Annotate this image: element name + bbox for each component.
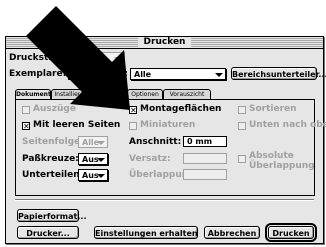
ueberlappung-field[interactable] xyxy=(183,169,227,180)
tab-ausgabe[interactable]: Ausgabe xyxy=(91,89,127,99)
printer-style-value: ni xyxy=(95,54,104,63)
passkreuze-label: Paßkreuze: xyxy=(22,154,79,164)
auszuege-checkbox[interactable] xyxy=(22,106,30,114)
chevron-down-icon xyxy=(97,174,105,178)
passkreuze-popup[interactable]: Aus xyxy=(78,153,108,165)
copies-label: Exemplare: xyxy=(9,69,67,79)
leere-seiten-label: Mit leeren Seiten xyxy=(33,120,121,130)
title-bar[interactable]: Drucken xyxy=(6,37,323,49)
absolute-label-line2: Überlappung xyxy=(249,161,315,171)
print-dialog: Drucken Drucksti ni Exemplare: 1 te: All… xyxy=(5,36,326,244)
unten-nach-oben-checkbox[interactable] xyxy=(238,122,246,130)
montageflaechen-checkbox[interactable]: ✕ xyxy=(129,106,137,115)
tab-vorschau[interactable]: Vorauszicht xyxy=(163,89,211,99)
chevron-down-icon xyxy=(114,57,122,61)
cancel-button[interactable]: Abbrechen xyxy=(204,226,260,239)
miniaturen-label: Miniaturen xyxy=(140,120,196,130)
anschnitt-label: Anschnitt: xyxy=(129,137,182,147)
chevron-down-icon xyxy=(97,158,105,162)
montageflaechen-label: Montageflächen xyxy=(140,104,222,114)
sortieren-checkbox[interactable] xyxy=(238,106,246,114)
miniaturen-checkbox[interactable] xyxy=(129,122,137,130)
seitenfolge-label: Seitenfolge: xyxy=(22,137,84,147)
unten-nach-oben-label: Unten nach oben xyxy=(249,120,326,130)
versatz-label: Versatz: xyxy=(129,154,171,164)
auszuege-label: Auszüge xyxy=(33,104,76,114)
unterteilen-popup[interactable]: Aus xyxy=(78,169,108,181)
einstellungen-erhalten-button[interactable]: Einstellungen erhalten xyxy=(94,226,198,239)
tab-panel-dokument: Auszüge ✕ Mit leeren Seiten Seitenfolge:… xyxy=(15,99,326,196)
divider xyxy=(15,199,314,201)
tab-optionen[interactable]: Optionen xyxy=(127,89,163,99)
leere-seiten-checkbox[interactable]: ✕ xyxy=(22,122,30,131)
printer-style-label: Drucksti xyxy=(9,53,52,63)
dialog-title: Drucken xyxy=(137,37,192,48)
tab-installieren[interactable]: Installieren xyxy=(51,89,91,99)
anschnitt-field[interactable]: 0 mm xyxy=(183,136,227,147)
papierformat-button[interactable]: Papierformat... xyxy=(17,209,86,222)
chevron-down-icon xyxy=(215,73,223,77)
print-button[interactable]: Drucken xyxy=(265,223,317,242)
seitenfolge-popup[interactable]: Alle xyxy=(78,136,108,148)
range-separators-button[interactable]: Bereichsunterteiler... xyxy=(231,67,326,80)
chevron-down-icon xyxy=(97,141,105,145)
sortieren-label: Sortieren xyxy=(249,104,297,114)
pages-popup[interactable]: Alle xyxy=(130,68,226,80)
pages-value: Alle xyxy=(134,70,152,79)
pages-label: te: xyxy=(114,69,129,79)
copies-field[interactable]: 1 xyxy=(68,69,88,80)
versatz-field[interactable] xyxy=(183,153,227,164)
unterteilen-label: Unterteilen: xyxy=(22,170,84,180)
absolute-ueberlappung-checkbox[interactable] xyxy=(238,155,246,163)
drucker-button[interactable]: Drucker... xyxy=(17,226,79,239)
printer-style-popup[interactable]: ni xyxy=(91,52,125,64)
